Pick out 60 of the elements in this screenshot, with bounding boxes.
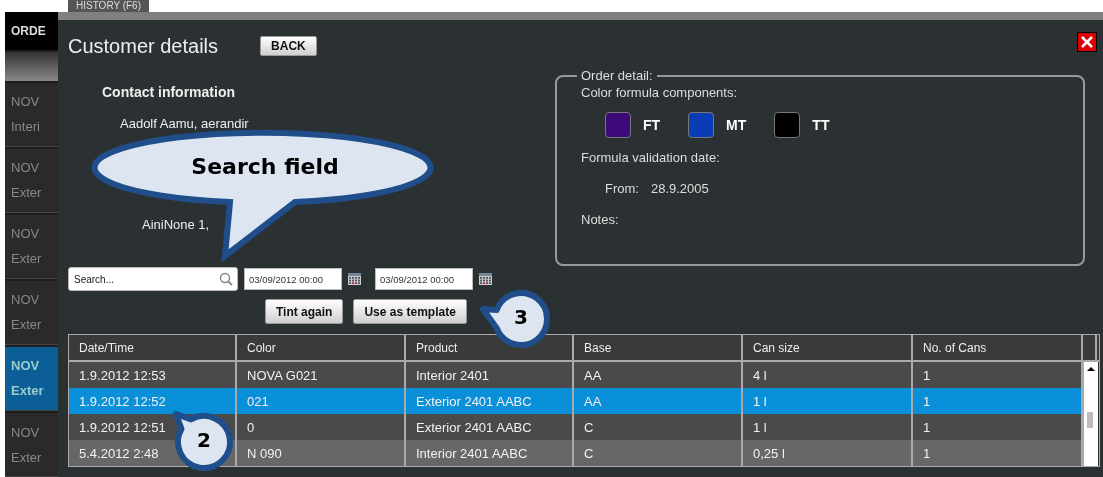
table-row[interactable]: 1.9.2012 12:53 NOVA G021 Interior 2401 AA 4 l 1 [69, 362, 1083, 388]
calendar-icon[interactable] [479, 273, 492, 285]
validation-label: Formula validation date: [581, 150, 721, 165]
date-field[interactable]: 03/09/2012 00:00 [244, 268, 342, 290]
scroll-up-icon[interactable] [1086, 366, 1096, 372]
callout-label: Search field [190, 154, 340, 179]
order-product: Exter [11, 251, 43, 267]
order-name: NOV [11, 292, 41, 308]
sidebar-item[interactable]: NOV Interi [5, 82, 58, 147]
order-product: Exter [11, 317, 43, 333]
component-name: TT [812, 117, 830, 133]
order-name: NOV [11, 424, 41, 440]
column-header[interactable]: Date/Time [69, 335, 237, 360]
search-icon[interactable] [219, 272, 233, 286]
component-name: FT [643, 117, 661, 133]
table-cell: Interior 2401 AABC [406, 440, 574, 466]
back-button[interactable]: BACK [260, 36, 317, 56]
table-cell: N 090 [237, 440, 406, 466]
column-header[interactable]: Can size [743, 335, 913, 360]
order-name: NOV [11, 160, 41, 176]
close-button[interactable] [1077, 32, 1097, 52]
dialog-title: Customer details [68, 34, 219, 58]
component-name: MT [726, 117, 747, 133]
background-tab[interactable]: HISTORY (F6) [68, 0, 149, 12]
scrollbar[interactable] [1083, 362, 1098, 466]
sidebar-item[interactable]: NOV Exter [5, 413, 58, 477]
column-header[interactable]: Base [574, 335, 743, 360]
from-label: From: [605, 181, 639, 196]
sidebar-header: ORDE [5, 12, 58, 51]
action-button[interactable]: Tint again [265, 299, 344, 324]
column-header[interactable]: Color [237, 335, 406, 360]
order-product: Exter [11, 383, 45, 399]
callout-number: 3 [513, 305, 529, 329]
contact-line: Aadolf Aamu, aerandir [120, 116, 250, 131]
search-field[interactable]: Search... [68, 267, 238, 291]
date-field[interactable]: 03/09/2012 00:00 [375, 268, 473, 290]
calendar-icon[interactable] [348, 273, 361, 285]
scroll-thumb[interactable] [1087, 412, 1093, 428]
sidebar-band [5, 52, 58, 81]
contact-line: AiniNone 1, [142, 217, 211, 232]
close-icon [1080, 35, 1094, 49]
order-name: NOV [11, 358, 41, 374]
order-product: Exter [11, 449, 43, 465]
order-product: Exter [11, 185, 43, 201]
sidebar-item[interactable]: NOV Exter [5, 214, 58, 279]
from-date: 28.9.2005 [650, 181, 709, 196]
notes-label: Notes: [581, 212, 620, 227]
table-cell: C [574, 440, 743, 466]
contact-heading: Contact information [102, 84, 236, 100]
column-header[interactable]: No. of Cans [913, 335, 1083, 360]
order-name: NOV [11, 94, 41, 110]
table-cell: 0,25 l [743, 440, 913, 466]
order-product: Interi [11, 119, 41, 135]
components-label: Color formula components: [581, 85, 739, 100]
sidebar-item[interactable]: NOV Exter [5, 346, 58, 411]
panel-legend: Order detail: [577, 68, 657, 83]
sidebar-item[interactable]: NOV Exter [5, 148, 58, 213]
order-name: NOV [11, 226, 41, 242]
action-button[interactable]: Use as template [353, 299, 467, 324]
sidebar-item[interactable]: NOV Exter [5, 280, 58, 345]
